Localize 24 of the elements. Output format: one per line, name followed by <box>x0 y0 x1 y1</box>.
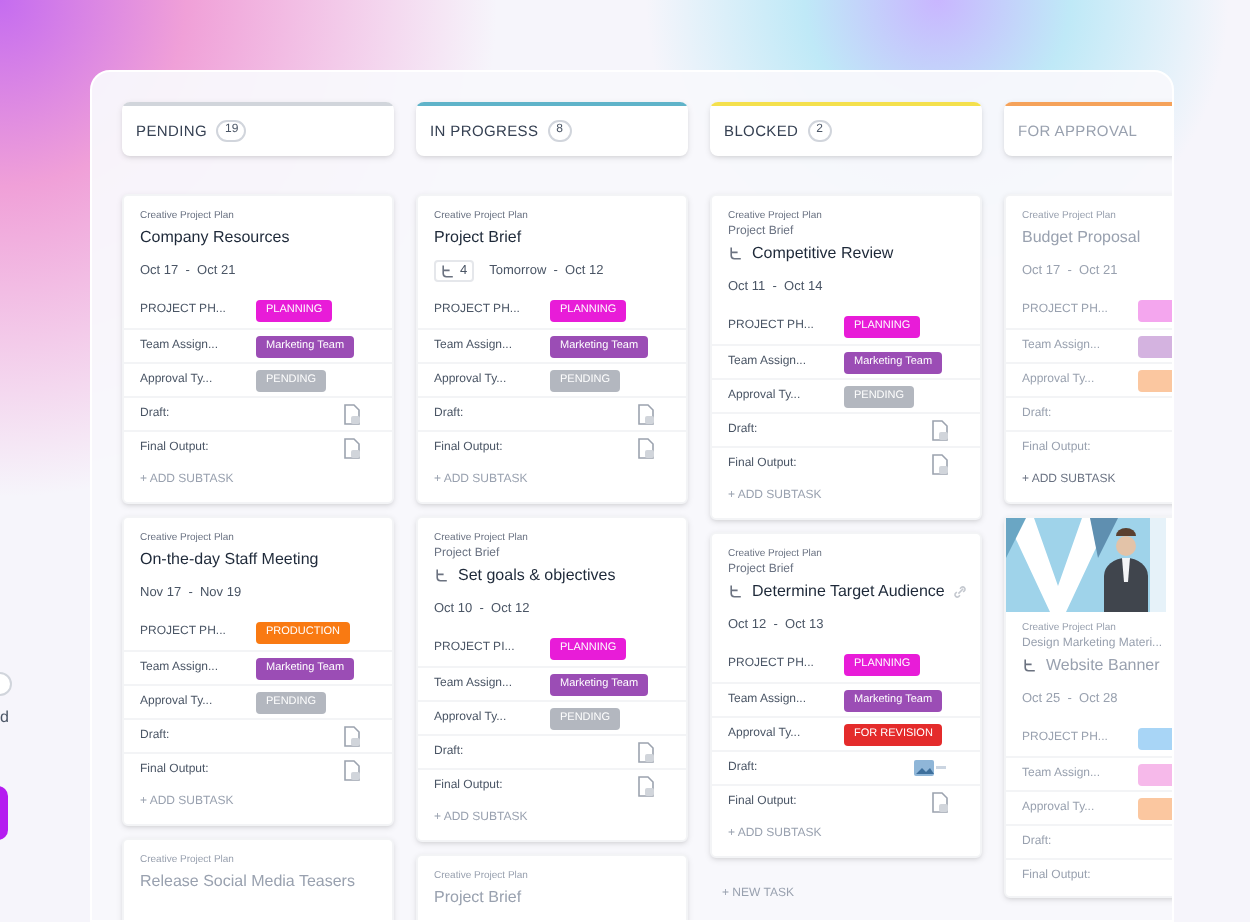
file-icon[interactable] <box>342 403 362 425</box>
task-title[interactable]: Determine Target Audience <box>752 580 945 604</box>
sidebar-label: d <box>0 706 9 730</box>
task-title[interactable]: On-the-day Staff Meeting <box>140 548 319 572</box>
task-title[interactable]: Competitive Review <box>752 242 894 266</box>
task-title[interactable]: Release Social Media Teasers <box>140 870 355 894</box>
subtask-icon <box>440 263 456 279</box>
file-icon[interactable] <box>930 419 950 441</box>
file-icon[interactable] <box>636 775 656 797</box>
file-icon[interactable] <box>930 791 950 813</box>
file-icon[interactable] <box>636 403 656 425</box>
file-icon[interactable] <box>636 741 656 763</box>
file-icon[interactable] <box>342 725 362 747</box>
task-title[interactable]: Project Brief <box>434 886 522 910</box>
task-title[interactable]: Website Banner <box>1046 654 1160 678</box>
file-icon[interactable] <box>636 437 656 459</box>
file-icon[interactable] <box>930 453 950 475</box>
file-icon[interactable] <box>342 437 362 459</box>
task-title[interactable]: Set goals & objectives <box>458 564 616 588</box>
file-icon[interactable] <box>342 759 362 781</box>
task-title[interactable]: Project Brief <box>434 226 522 250</box>
task-title[interactable]: Company Resources <box>140 226 290 250</box>
image-thumbnail-icon[interactable] <box>914 760 946 776</box>
task-title[interactable]: Budget Proposal <box>1022 226 1141 250</box>
